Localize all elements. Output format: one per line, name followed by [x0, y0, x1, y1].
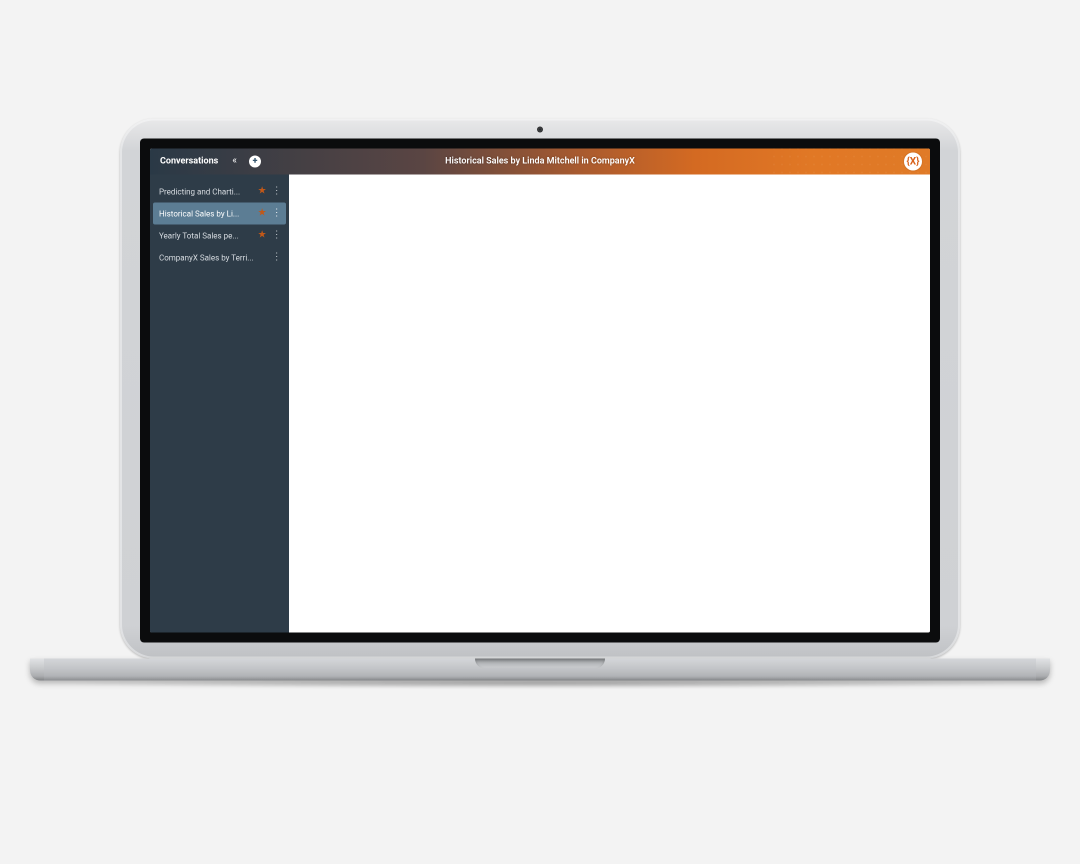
star-icon[interactable]: ★ [258, 187, 268, 197]
conversation-item-label: CompanyX Sales by Terri... [159, 253, 254, 262]
conversation-item[interactable]: Predicting and Charti... ★ ⋮ [153, 181, 286, 203]
brand-logo-icon[interactable]: {X} [904, 153, 922, 171]
laptop-lid: Conversations « + Historical Sales by Li… [120, 119, 960, 659]
app-screen: Conversations « + Historical Sales by Li… [150, 149, 930, 633]
conversation-item-label: Yearly Total Sales pe... [159, 231, 254, 240]
conversation-item[interactable]: Yearly Total Sales pe... ★ ⋮ [153, 225, 286, 247]
new-conversation-button[interactable]: + [249, 156, 261, 168]
top-bar: Conversations « + Historical Sales by Li… [150, 149, 930, 175]
laptop-frame: Conversations « + Historical Sales by Li… [120, 119, 960, 689]
star-icon[interactable]: ★ [258, 209, 268, 219]
conversations-sidebar: Predicting and Charti...★⋮Historical Sal… [150, 175, 289, 633]
item-menu-button[interactable]: ⋮ [272, 253, 282, 263]
conversation-item-label: Historical Sales by Li... [159, 209, 254, 218]
screen-bezel: Conversations « + Historical Sales by Li… [140, 139, 940, 643]
webcam-icon [537, 127, 543, 133]
sidebar-section-title: Conversations [160, 157, 218, 167]
app-body: Predicting and Charti...★⋮Historical Sal… [150, 175, 930, 633]
item-menu-button[interactable]: ⋮ [272, 231, 282, 241]
trackpad-notch-icon [475, 659, 605, 669]
main-content-area [289, 175, 930, 633]
conversation-item[interactable]: CompanyX Sales by Terri...★⋮ [153, 247, 286, 269]
star-icon[interactable]: ★ [258, 231, 268, 241]
item-menu-button[interactable]: ⋮ [272, 187, 282, 197]
collapse-sidebar-button[interactable]: « [232, 157, 235, 167]
page-title: Historical Sales by Linda Mitchell in Co… [445, 157, 635, 167]
conversation-item[interactable]: Historical Sales by Li... ★ ⋮ [153, 203, 286, 225]
laptop-base [30, 659, 1050, 689]
conversation-item-label: Predicting and Charti... [159, 187, 254, 196]
item-menu-button[interactable]: ⋮ [272, 209, 282, 219]
